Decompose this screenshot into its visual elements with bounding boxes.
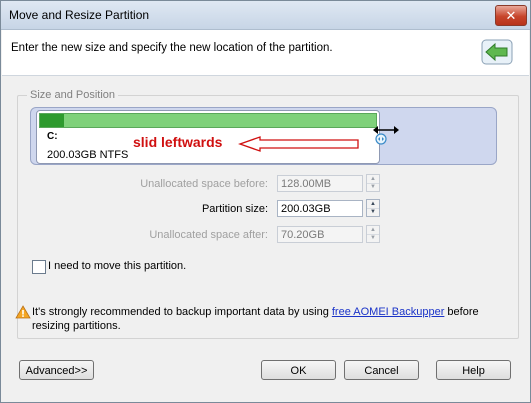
partition-letter: C: — [47, 131, 58, 142]
move-partition-checkbox[interactable] — [32, 260, 46, 274]
unallocated-before-field[interactable]: 128.00MB — [277, 175, 363, 192]
group-legend: Size and Position — [27, 89, 118, 101]
warning-prefix: It's strongly recommended to backup impo… — [32, 306, 332, 318]
after-spinner[interactable]: ▲ ▼ — [366, 225, 380, 243]
resize-handle-icon[interactable] — [371, 123, 401, 147]
partition-info: 200.03GB NTFS — [47, 149, 129, 161]
annotation-text: slid leftwards — [133, 134, 223, 150]
move-partition-label[interactable]: I need to move this partition. — [48, 260, 186, 272]
instruction-text: Enter the new size and specify the new l… — [11, 42, 333, 54]
window-title: Move and Resize Partition — [9, 8, 150, 22]
before-spin-down-icon[interactable]: ▼ — [367, 183, 379, 191]
help-button[interactable]: Help — [436, 360, 511, 380]
back-arrow-icon[interactable] — [480, 37, 514, 67]
partition-size-field[interactable]: 200.03GB — [277, 200, 363, 217]
size-label: Partition size: — [201, 203, 268, 215]
header-panel: Enter the new size and specify the new l… — [2, 30, 529, 76]
cancel-button[interactable]: Cancel — [344, 360, 419, 380]
after-label: Unallocated space after: — [149, 229, 268, 241]
warning-icon — [15, 305, 31, 319]
size-spinner[interactable]: ▲ ▼ — [366, 199, 380, 217]
close-button[interactable]: ✕ — [495, 5, 527, 26]
partition-free-bar — [39, 113, 377, 128]
backup-warning: It's strongly recommended to backup impo… — [32, 305, 492, 333]
backupper-link[interactable]: free AOMEI Backupper — [332, 306, 445, 318]
unallocated-after-field[interactable]: 70.20GB — [277, 226, 363, 243]
before-label: Unallocated space before: — [140, 178, 268, 190]
before-spinner[interactable]: ▲ ▼ — [366, 174, 380, 192]
annotation-arrow-icon — [238, 136, 359, 152]
after-spin-down-icon[interactable]: ▼ — [367, 234, 379, 242]
size-spin-down-icon[interactable]: ▼ — [367, 208, 379, 216]
advanced-button[interactable]: Advanced>> — [19, 360, 94, 380]
partition-used-bar — [40, 114, 64, 127]
title-bar: Move and Resize Partition ✕ — [1, 1, 530, 30]
ok-button[interactable]: OK — [261, 360, 336, 380]
